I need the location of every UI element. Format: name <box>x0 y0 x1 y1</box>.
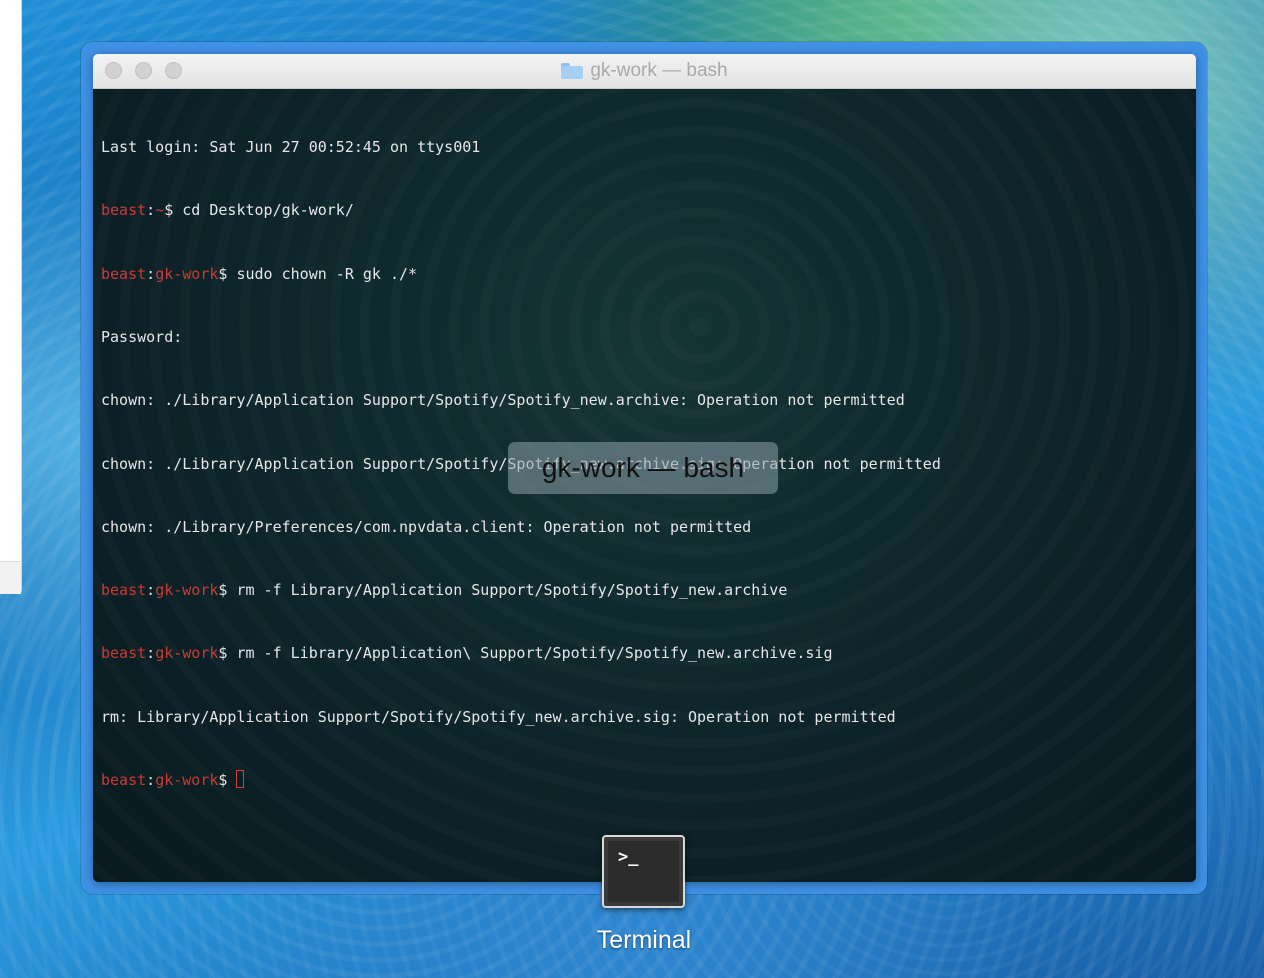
prompt-host: beast <box>101 581 147 600</box>
terminal-line: chown: ./Library/Application Support/Spo… <box>101 391 905 410</box>
prompt-colon: : <box>146 644 156 663</box>
prompt-command: cd Desktop/gk-work/ <box>173 201 354 220</box>
window-title: gk-work — bash <box>590 60 728 81</box>
prompt-path: gk-work <box>155 771 219 789</box>
prompt-colon: : <box>146 264 156 283</box>
folder-icon <box>561 63 584 79</box>
prompt-symbol: $ <box>164 201 174 220</box>
window-title-group: gk-work — bash <box>93 54 1196 88</box>
prompt-colon: : <box>146 771 156 789</box>
background-window-footer <box>0 561 21 594</box>
terminal-line: rm: Library/Application Support/Spotify/… <box>101 707 896 726</box>
terminal-prompt-line: beast:gk-work$ <box>101 770 1188 791</box>
terminal-line: chown: ./Library/Preferences/com.npvdata… <box>101 517 752 536</box>
prompt-command: rm -f Library/Application Support/Spotif… <box>227 581 788 600</box>
app-switcher-label: Terminal <box>596 926 692 954</box>
window-titlebar[interactable]: gk-work — bash <box>93 54 1196 89</box>
terminal-prompt-line: beast:gk-work$ sudo chown -R gk ./* <box>101 264 1188 285</box>
prompt-path: gk-work <box>155 644 219 663</box>
prompt-command <box>227 771 236 789</box>
prompt-host: beast <box>101 771 147 789</box>
prompt-colon: : <box>146 581 156 600</box>
background-window-edge <box>0 0 22 594</box>
prompt-colon: : <box>146 201 156 220</box>
prompt-command: rm -f Library/Application\ Support/Spoti… <box>227 644 833 663</box>
terminal-prompt-line: beast:~$ cd Desktop/gk-work/ <box>101 200 1188 221</box>
terminal-prompt-line: beast:gk-work$ rm -f Library/Application… <box>101 643 1188 664</box>
terminal-line: Last login: Sat Jun 27 00:52:45 on ttys0… <box>101 138 481 157</box>
prompt-path: ~ <box>155 201 165 220</box>
window-title-hud: gk-work — bash <box>508 442 778 494</box>
prompt-command: sudo chown -R gk ./* <box>227 264 418 283</box>
terminal-line: Password: <box>101 328 183 347</box>
prompt-host: beast <box>101 644 147 663</box>
terminal-cursor <box>236 770 245 788</box>
prompt-path: gk-work <box>155 264 219 283</box>
prompt-path: gk-work <box>155 581 219 600</box>
terminal-prompt-line: beast:gk-work$ rm -f Library/Application… <box>101 580 1188 601</box>
prompt-host: beast <box>101 264 147 283</box>
terminal-app-icon[interactable]: >_ <box>602 835 685 908</box>
terminal-prompt-icon: >_ <box>618 847 639 867</box>
terminal-icon-screen: >_ <box>608 841 679 902</box>
prompt-host: beast <box>101 201 147 220</box>
